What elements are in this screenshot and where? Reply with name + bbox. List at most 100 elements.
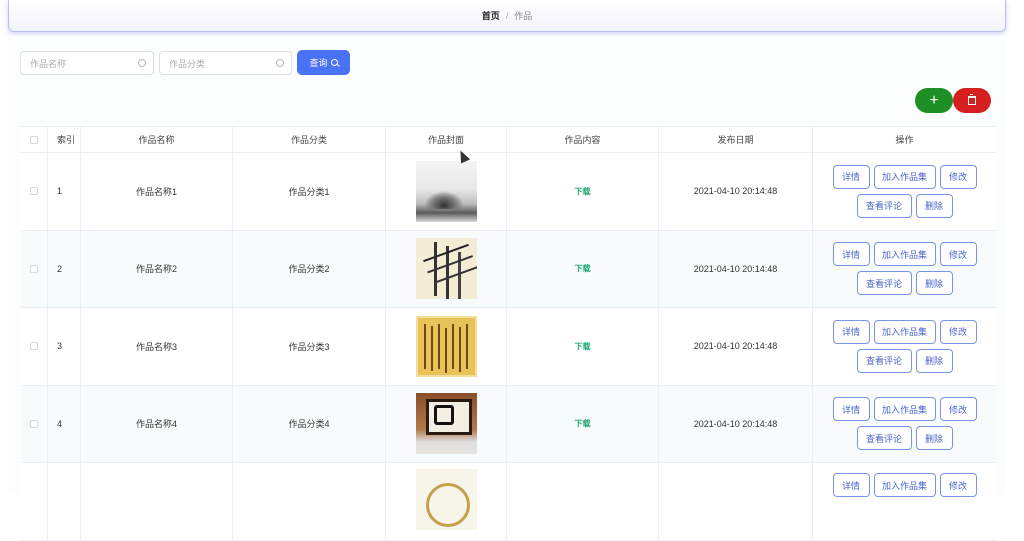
row-category: 作品分类1 [233,153,386,230]
cover-image [415,469,477,530]
edit-button[interactable]: 修改 [939,397,977,422]
add-collection-button[interactable]: 加入作品集 [873,397,936,422]
row-name: 作品名称3 [81,308,233,385]
download-link[interactable]: 下载 [575,418,591,429]
detail-button[interactable]: 详情 [832,164,870,189]
delete-button[interactable]: 删除 [915,348,953,373]
detail-button[interactable]: 详情 [832,242,870,267]
add-collection-button[interactable]: 加入作品集 [873,473,936,497]
download-link[interactable]: 下载 [575,186,591,197]
row-checkbox[interactable] [30,187,38,196]
work-name-search-input[interactable]: 作品名称 [20,51,154,75]
view-comments-button[interactable]: 查看评论 [856,271,912,296]
row-cover-cell [386,385,507,462]
edit-button[interactable]: 修改 [939,473,977,497]
row-content-cell: 下载 [507,230,659,307]
row-actions: 详情 加入作品集 修改 查看评论 删除 [813,308,996,385]
row-content-cell: 下载 [507,153,659,230]
row-actions: 详情 加入作品集 修改 [813,463,996,540]
row-date: 2021-04-10 20:14:48 [659,385,813,462]
header-cover: 作品封面 [386,127,507,152]
table-header: 索引 作品名称 作品分类 作品封面 作品内容 发布日期 操作 [21,127,996,153]
header-index: 索引 [48,127,81,152]
header-category: 作品分类 [233,127,386,152]
row-select [21,308,48,385]
row-category: 作品分类2 [233,230,386,307]
query-button-label: 查询 [309,58,328,68]
row-date: 2021-04-10 20:14:48 [659,230,813,307]
row-category [233,463,386,540]
delete-button[interactable]: 删除 [915,193,953,218]
row-content-cell [507,463,659,540]
row-checkbox[interactable] [30,342,38,351]
row-index: 3 [48,308,81,385]
row-name: 作品名称1 [81,153,233,230]
cover-image [415,393,477,455]
download-link[interactable]: 下载 [575,341,591,352]
breadcrumb-bar: 首页 / 作品 [8,0,1006,32]
detail-button[interactable]: 详情 [832,319,870,344]
row-date: 2021-04-10 20:14:48 [659,308,813,385]
row-content-cell: 下载 [507,308,659,385]
row-actions: 详情 加入作品集 修改 查看评论 删除 [813,386,996,463]
row-date: 2021-04-10 20:14:48 [659,153,813,230]
work-category-search-input[interactable]: 作品分类 [159,51,292,75]
row-category: 作品分类3 [233,308,386,385]
row-select [21,153,48,230]
edit-button[interactable]: 修改 [939,164,977,189]
breadcrumb-home[interactable]: 首页 [482,9,500,22]
edit-button[interactable]: 修改 [939,319,977,344]
detail-button[interactable]: 详情 [832,397,870,422]
row-name: 作品名称2 [81,230,233,307]
delete-button[interactable]: 删除 [915,271,953,296]
row-cover-cell [386,230,507,307]
edit-button[interactable]: 修改 [939,242,977,267]
query-button[interactable]: 查询 [297,50,350,75]
row-index [48,463,81,540]
search-icon [330,59,338,66]
row-date [659,463,813,540]
plus-icon: + [929,91,939,109]
row-category: 作品分类4 [233,385,386,462]
cover-image [415,315,477,377]
view-comments-button[interactable]: 查看评论 [856,193,912,218]
detail-button[interactable]: 详情 [832,473,870,497]
delete-button[interactable]: 删除 [915,426,953,451]
add-collection-button[interactable]: 加入作品集 [873,319,936,344]
bulk-delete-button[interactable] [953,88,991,113]
add-collection-button[interactable]: 加入作品集 [873,242,936,267]
table-row: 3 作品名称3 作品分类3 下载 2021-04-10 20:14:48 详情 … [21,308,996,386]
breadcrumb-separator: / [505,10,509,21]
header-date: 发布日期 [659,127,813,152]
row-content-cell: 下载 [507,385,659,462]
add-collection-button[interactable]: 加入作品集 [873,164,936,189]
header-actions: 操作 [895,135,914,145]
row-actions: 详情 加入作品集 修改 查看评论 删除 [813,231,996,308]
work-category-placeholder: 作品分类 [169,58,206,69]
header-name: 作品名称 [81,127,233,152]
header-select-all[interactable] [21,127,48,152]
trash-icon [968,94,976,105]
row-name: 作品名称4 [81,385,233,462]
row-select [21,230,48,307]
cover-image [415,238,477,300]
row-index: 1 [48,153,81,230]
row-index: 4 [48,385,81,462]
table-row: 1 作品名称1 作品分类1 下载 2021-04-10 20:14:48 详情 … [21,153,996,231]
main-content: 作品名称 作品分类 查询 + 索引 作品名称 作品分类 作品封面 作品内容 发布… [8,36,1006,541]
breadcrumb-current: 作品 [514,11,533,21]
work-name-placeholder: 作品名称 [30,58,67,69]
add-button[interactable]: + [915,88,953,113]
header-content: 作品内容 [507,127,659,152]
row-actions: 详情 加入作品集 修改 查看评论 删除 [813,153,996,230]
table-row: 详情 加入作品集 修改 [21,463,996,541]
row-checkbox[interactable] [30,264,38,273]
select-all-checkbox[interactable] [30,135,38,144]
row-checkbox[interactable] [30,419,38,428]
row-select [21,385,48,462]
download-link[interactable]: 下载 [575,263,591,274]
row-name [81,463,233,540]
table-row: 4 作品名称4 作品分类4 下载 2021-04-10 20:14:48 详情 … [21,385,996,463]
view-comments-button[interactable]: 查看评论 [856,348,912,373]
view-comments-button[interactable]: 查看评论 [856,426,912,451]
